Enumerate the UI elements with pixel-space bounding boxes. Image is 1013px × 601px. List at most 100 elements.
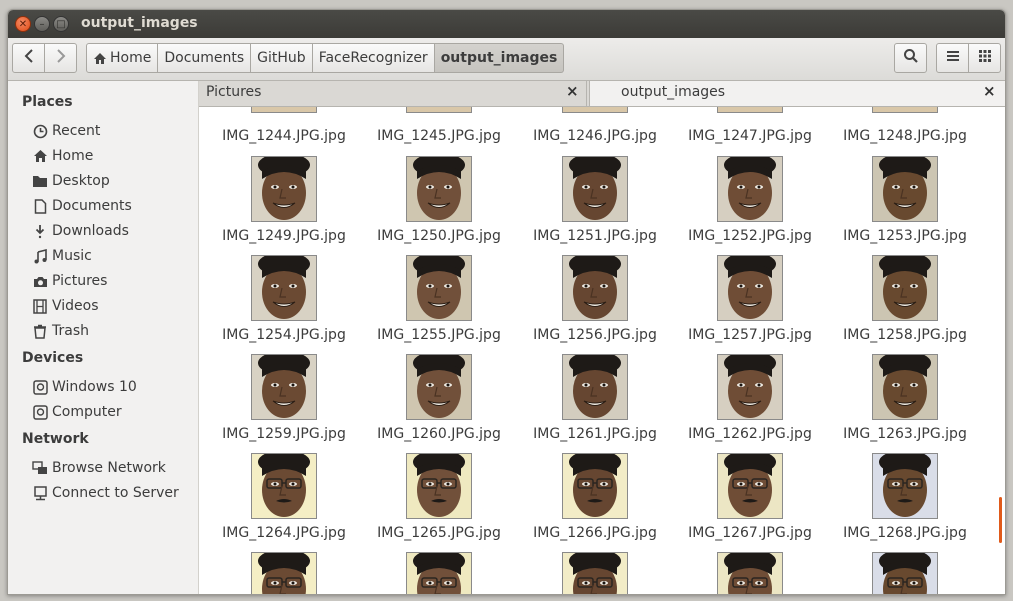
file-thumbnail[interactable] (562, 107, 628, 113)
file-thumbnail[interactable] (872, 156, 938, 222)
file-name[interactable]: IMG_1248.JPG.jpg (830, 128, 980, 144)
file-thumbnail[interactable] (251, 156, 317, 222)
list-view-button[interactable] (936, 43, 969, 73)
file-thumbnail[interactable] (717, 255, 783, 321)
sidebar-item-downloads[interactable]: Downloads (32, 220, 129, 242)
sidebar-item-documents[interactable]: Documents (32, 195, 132, 217)
file-name[interactable]: IMG_1246.JPG.jpg (520, 128, 670, 144)
file-name[interactable]: IMG_1262.JPG.jpg (675, 426, 825, 442)
file-name[interactable]: IMG_1258.JPG.jpg (830, 327, 980, 343)
file-name[interactable]: IMG_1254.JPG.jpg (209, 327, 359, 343)
file-name[interactable]: IMG_1249.JPG.jpg (209, 228, 359, 244)
file-name[interactable]: IMG_1265.JPG.jpg (364, 525, 514, 541)
file-name[interactable]: IMG_1255.JPG.jpg (364, 327, 514, 343)
sidebar-item-connect-to-server[interactable]: Connect to Server (32, 482, 179, 504)
file-item[interactable]: IMG_1254.JPG.jpg (209, 255, 359, 354)
file-item[interactable]: IMG_1264.JPG.jpg (209, 453, 359, 552)
file-thumbnail[interactable] (872, 552, 938, 594)
maximize-window-button[interactable]: □ (53, 16, 69, 32)
file-name[interactable]: IMG_1250.JPG.jpg (364, 228, 514, 244)
breadcrumb-documents[interactable]: Documents (158, 43, 252, 73)
search-button[interactable] (894, 43, 927, 73)
file-item[interactable]: IMG_1260.JPG.jpg (364, 354, 514, 453)
file-item[interactable]: IMG_1249.JPG.jpg (209, 156, 359, 255)
file-item[interactable]: IMG_1253.JPG.jpg (830, 156, 980, 255)
file-item[interactable]: IMG_1257.JPG.jpg (675, 255, 825, 354)
file-name[interactable]: IMG_1263.JPG.jpg (830, 426, 980, 442)
file-item[interactable]: IMG_1251.JPG.jpg (520, 156, 670, 255)
sidebar-item-windows-10[interactable]: Windows 10 (32, 376, 137, 398)
file-thumbnail[interactable] (251, 552, 317, 594)
file-item[interactable]: IMG_1261.JPG.jpg (520, 354, 670, 453)
scrollbar[interactable] (999, 497, 1002, 543)
file-item[interactable]: IMG_1266.JPG.jpg (520, 453, 670, 552)
file-thumbnail[interactable] (406, 107, 472, 113)
back-button[interactable] (12, 43, 45, 73)
file-item[interactable]: IMG_1255.JPG.jpg (364, 255, 514, 354)
file-name[interactable]: IMG_1260.JPG.jpg (364, 426, 514, 442)
breadcrumb-output-images[interactable]: output_images (434, 43, 565, 73)
file-thumbnail[interactable] (717, 453, 783, 519)
sidebar-item-home[interactable]: Home (32, 145, 93, 167)
file-name[interactable]: IMG_1247.JPG.jpg (675, 128, 825, 144)
file-name[interactable]: IMG_1252.JPG.jpg (675, 228, 825, 244)
tab-pictures[interactable]: Pictures × (199, 81, 587, 106)
file-name[interactable]: IMG_1251.JPG.jpg (520, 228, 670, 244)
file-thumbnail[interactable] (562, 354, 628, 420)
file-name[interactable]: IMG_1244.JPG.jpg (209, 128, 359, 144)
file-thumbnail[interactable] (562, 453, 628, 519)
file-thumbnail[interactable] (872, 255, 938, 321)
file-thumbnail[interactable] (717, 107, 783, 113)
breadcrumb-home[interactable]: Home (86, 43, 159, 73)
tab-output-images[interactable]: output_images × (589, 81, 1005, 106)
file-thumbnail[interactable] (717, 156, 783, 222)
sidebar-item-recent[interactable]: Recent (32, 120, 100, 142)
file-thumbnail[interactable] (872, 453, 938, 519)
file-name[interactable]: IMG_1267.JPG.jpg (675, 525, 825, 541)
close-tab-icon[interactable]: × (566, 82, 579, 100)
file-name[interactable]: IMG_1268.JPG.jpg (830, 525, 980, 541)
file-thumbnail[interactable] (562, 156, 628, 222)
file-thumbnail[interactable] (406, 255, 472, 321)
file-item[interactable]: IMG_1256.JPG.jpg (520, 255, 670, 354)
sidebar-item-videos[interactable]: Videos (32, 295, 99, 317)
file-name[interactable]: IMG_1266.JPG.jpg (520, 525, 670, 541)
sidebar-item-trash[interactable]: Trash (32, 320, 89, 342)
file-item[interactable]: IMG_1268.JPG.jpg (830, 453, 980, 552)
file-name[interactable]: IMG_1253.JPG.jpg (830, 228, 980, 244)
sidebar-item-computer[interactable]: Computer (32, 401, 122, 423)
file-thumbnail[interactable] (562, 552, 628, 594)
file-name[interactable]: IMG_1259.JPG.jpg (209, 426, 359, 442)
breadcrumb-facerecognizer[interactable]: FaceRecognizer (312, 43, 435, 73)
file-item[interactable]: IMG_1252.JPG.jpg (675, 156, 825, 255)
file-thumbnail[interactable] (872, 354, 938, 420)
file-thumbnail[interactable] (251, 354, 317, 420)
file-name[interactable]: IMG_1256.JPG.jpg (520, 327, 670, 343)
file-name[interactable]: IMG_1264.JPG.jpg (209, 525, 359, 541)
file-thumbnail[interactable] (562, 255, 628, 321)
file-thumbnail[interactable] (406, 552, 472, 594)
sidebar-item-music[interactable]: Music (32, 245, 92, 267)
file-name[interactable]: IMG_1261.JPG.jpg (520, 426, 670, 442)
sidebar-item-desktop[interactable]: Desktop (32, 170, 110, 192)
sidebar-item-pictures[interactable]: Pictures (32, 270, 107, 292)
breadcrumb-github[interactable]: GitHub (251, 43, 313, 73)
file-item[interactable]: IMG_1267.JPG.jpg (675, 453, 825, 552)
sidebar-item-browse-network[interactable]: Browse Network (32, 457, 166, 479)
file-item[interactable]: IMG_1262.JPG.jpg (675, 354, 825, 453)
close-window-button[interactable]: ✕ (15, 16, 31, 32)
file-thumbnail[interactable] (872, 107, 938, 113)
file-thumbnail[interactable] (717, 552, 783, 594)
file-thumbnail[interactable] (251, 453, 317, 519)
file-item[interactable]: IMG_1258.JPG.jpg (830, 255, 980, 354)
grid-view-button[interactable] (968, 43, 1001, 73)
file-item[interactable]: IMG_1265.JPG.jpg (364, 453, 514, 552)
file-name[interactable]: IMG_1257.JPG.jpg (675, 327, 825, 343)
file-item[interactable]: IMG_1263.JPG.jpg (830, 354, 980, 453)
file-item[interactable]: IMG_1250.JPG.jpg (364, 156, 514, 255)
file-thumbnail[interactable] (717, 354, 783, 420)
file-thumbnail[interactable] (251, 255, 317, 321)
file-thumbnail[interactable] (406, 453, 472, 519)
minimize-window-button[interactable]: – (34, 16, 50, 32)
file-name[interactable]: IMG_1245.JPG.jpg (364, 128, 514, 144)
